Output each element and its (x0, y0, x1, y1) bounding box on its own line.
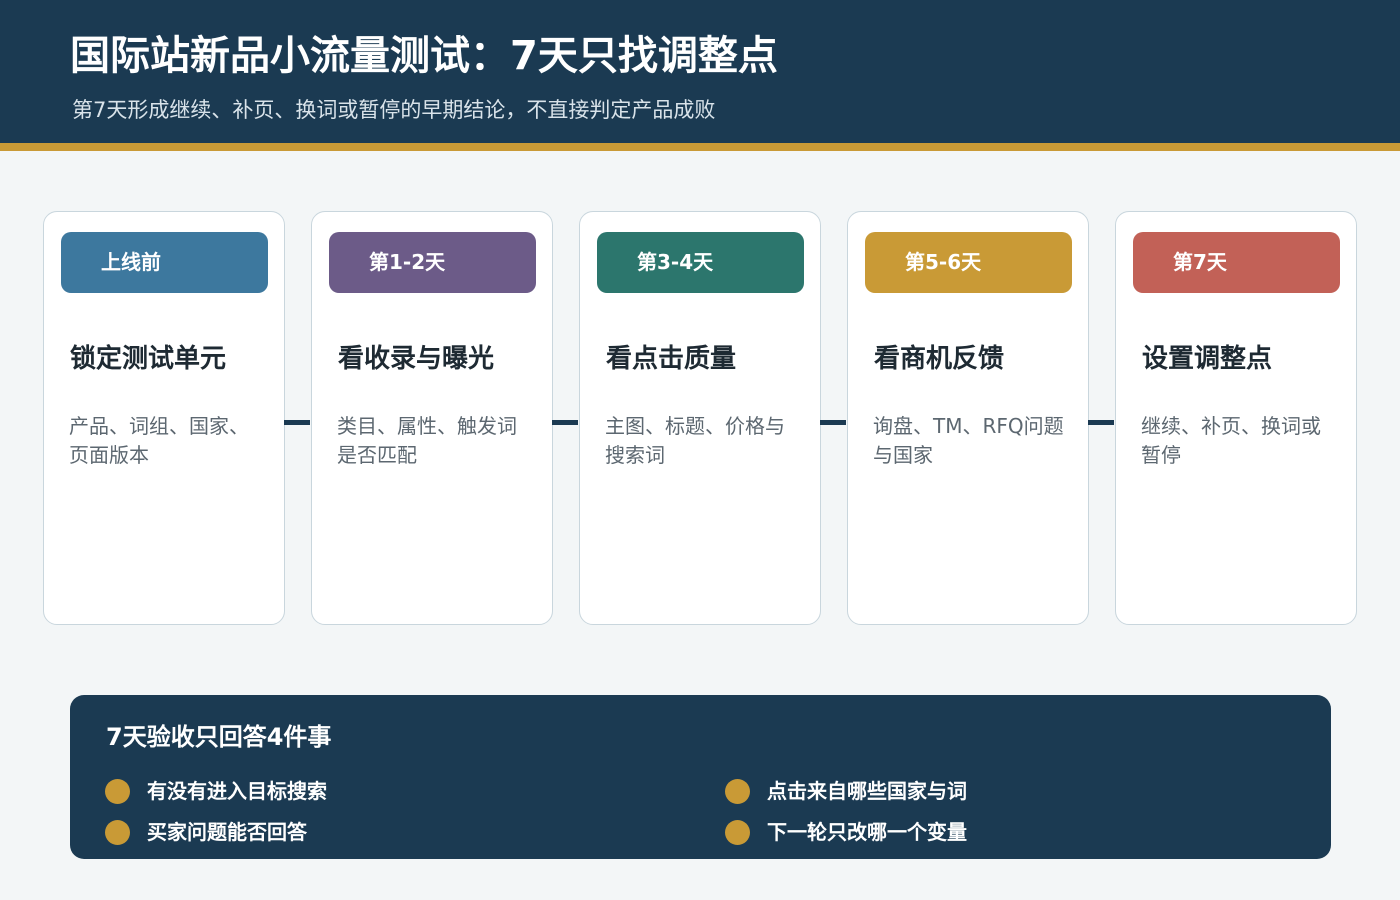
stage-pill: 第5-6天 (865, 232, 1072, 293)
bullet-dot-icon (105, 779, 130, 804)
step-description: 继续、补页、换词或暂停 (1141, 414, 1321, 467)
acceptance-summary-panel: 7天验收只回答4件事 有没有进入目标搜索 点击来自哪些国家与词 买家问题能否回答… (70, 695, 1331, 859)
summary-item-text: 点击来自哪些国家与词 (767, 779, 967, 803)
bullet-dot-icon (725, 779, 750, 804)
summary-item-text: 下一轮只改哪一个变量 (767, 820, 967, 844)
summary-title: 7天验收只回答4件事 (106, 723, 332, 751)
step-heading: 看收录与曝光 (338, 344, 495, 374)
stage-pill: 第3-4天 (597, 232, 804, 293)
step-connector (820, 420, 846, 425)
step-description: 产品、词组、国家、页面版本 (69, 414, 249, 467)
step-connector (284, 420, 310, 425)
step-card-day7: 第7天 设置调整点 继续、补页、换词或暂停 (1115, 211, 1357, 625)
summary-item-text: 买家问题能否回答 (147, 820, 307, 844)
step-description: 主图、标题、价格与搜索词 (605, 414, 785, 467)
step-card-day5-6: 第5-6天 看商机反馈 询盘、TM、RFQ问题与国家 (847, 211, 1089, 625)
step-card-day1-2: 第1-2天 看收录与曝光 类目、属性、触发词是否匹配 (311, 211, 553, 625)
step-heading: 设置调整点 (1142, 344, 1273, 374)
summary-item-text: 有没有进入目标搜索 (147, 779, 327, 803)
step-card-day3-4: 第3-4天 看点击质量 主图、标题、价格与搜索词 (579, 211, 821, 625)
step-heading: 看商机反馈 (874, 344, 1005, 374)
bullet-dot-icon (725, 820, 750, 845)
step-connector (552, 420, 578, 425)
stage-pill: 上线前 (61, 232, 268, 293)
step-heading: 锁定测试单元 (70, 344, 227, 374)
step-connector (1088, 420, 1114, 425)
step-description: 询盘、TM、RFQ问题与国家 (873, 414, 1064, 467)
step-card-prelaunch: 上线前 锁定测试单元 产品、词组、国家、页面版本 (43, 211, 285, 625)
step-description: 类目、属性、触发词是否匹配 (337, 414, 517, 467)
bullet-dot-icon (105, 820, 130, 845)
step-heading: 看点击质量 (606, 344, 737, 374)
stage-pill: 第1-2天 (329, 232, 536, 293)
stage-pill: 第7天 (1133, 232, 1340, 293)
